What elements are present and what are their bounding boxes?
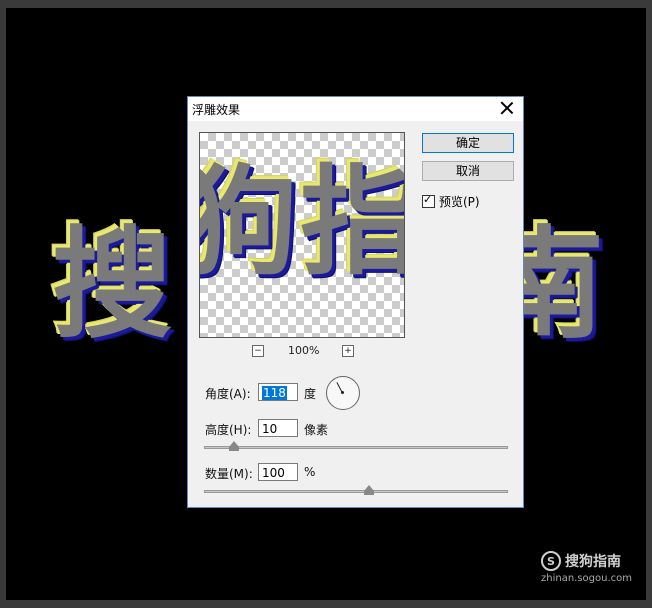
watermark: S 搜狗指南 zhinan.sogou.com <box>540 551 632 584</box>
height-label: 高度(H): <box>205 423 252 437</box>
zoom-controls: − 100% + <box>252 344 354 359</box>
ok-button[interactable]: 确定 <box>422 133 514 153</box>
watermark-url: zhinan.sogou.com <box>540 573 632 584</box>
height-slider-thumb[interactable] <box>229 441 239 451</box>
angle-unit: 度 <box>304 387 317 401</box>
zoom-out-button[interactable]: − <box>252 345 264 357</box>
angle-dial[interactable] <box>326 376 360 410</box>
angle-value: 118 <box>262 386 287 400</box>
height-input[interactable]: 10 <box>258 419 298 437</box>
cancel-button[interactable]: 取消 <box>422 161 514 181</box>
amount-slider[interactable] <box>204 485 508 495</box>
zoom-level: 100% <box>288 344 320 357</box>
preview-checkbox-label: 预览(P) <box>439 195 480 209</box>
angle-dial-center <box>341 391 344 394</box>
preview-pane[interactable]: 狗 指 <box>199 132 405 338</box>
preview-char-zhi: 指 <box>300 163 404 281</box>
dialog-title: 浮雕效果 <box>192 103 241 117</box>
emboss-dialog: 浮雕效果 狗 指 − 100% + 确定 取消 预览(P) 角度(A): 118… <box>187 96 524 508</box>
preview-checkbox[interactable] <box>422 193 435 208</box>
amount-unit: % <box>304 465 316 479</box>
close-icon[interactable] <box>499 100 515 116</box>
background-char-sou: 搜 <box>52 216 172 355</box>
preview-char-gou: 狗 <box>200 163 298 281</box>
height-slider[interactable] <box>204 441 508 451</box>
preview-checkbox-row[interactable]: 预览(P) <box>422 193 480 210</box>
amount-label: 数量(M): <box>205 467 253 481</box>
sogou-logo-icon: S <box>540 551 561 571</box>
watermark-logo: S 搜狗指南 <box>540 551 621 571</box>
amount-slider-thumb[interactable] <box>364 485 374 495</box>
watermark-text: 搜狗指南 <box>564 554 621 570</box>
angle-input[interactable]: 118 <box>258 383 298 401</box>
dialog-titlebar[interactable]: 浮雕效果 <box>188 97 523 121</box>
angle-label: 角度(A): <box>205 387 251 401</box>
zoom-in-button[interactable]: + <box>342 345 354 357</box>
height-unit: 像素 <box>304 423 329 437</box>
amount-input[interactable]: 100 <box>258 463 298 481</box>
